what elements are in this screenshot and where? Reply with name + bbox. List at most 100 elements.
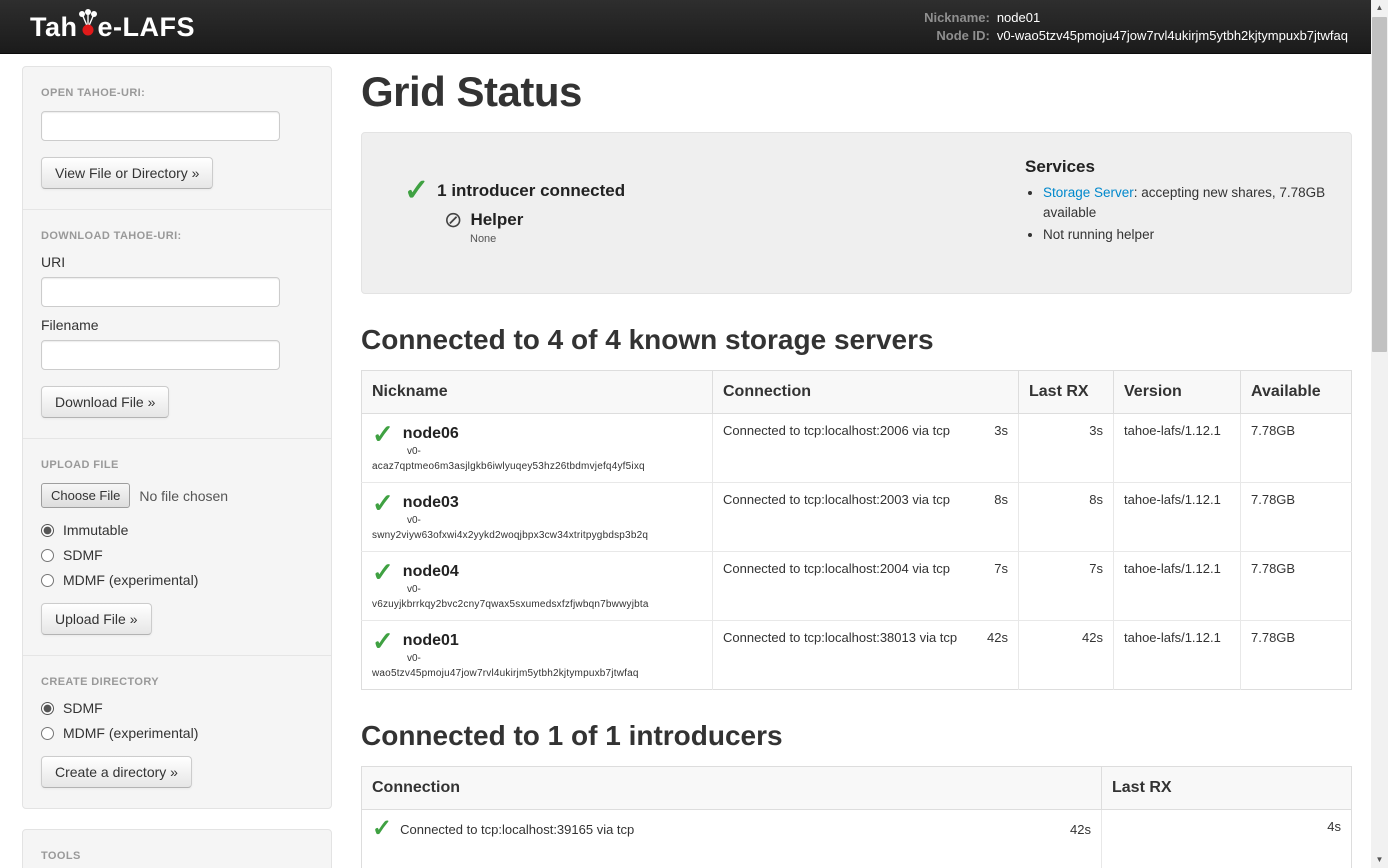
server-id-prefix: v0- xyxy=(407,514,702,527)
create-directory-button[interactable]: Create a directory » xyxy=(41,756,192,788)
introducers-table: ConnectionLast RX ✓Connected to tcp:loca… xyxy=(361,766,1352,868)
introducer-status-text: 1 introducer connected xyxy=(437,181,625,201)
server-id-hash: swny2viyw63ofxwi4x2yykd2woqjbpx3cw34xtri… xyxy=(372,529,702,542)
node-info: Nickname: node01 Node ID: v0-wao5tzv45pm… xyxy=(924,10,1348,44)
radio-label: SDMF xyxy=(63,547,103,563)
column-header-nickname: Nickname xyxy=(362,371,713,414)
grid-status-summary: ✓ 1 introducer connected ⊘ Helper None S… xyxy=(361,132,1352,294)
sidebar-divider xyxy=(23,655,331,656)
connection-cell: Connected to tcp:localhost:2004 via tcp 7… xyxy=(713,552,1019,621)
storage-servers-heading: Connected to 4 of 4 known storage server… xyxy=(361,324,1352,356)
connection-text: Connected to tcp:localhost:38013 via tcp xyxy=(723,630,957,645)
version-cell: tahoe-lafs/1.12.1 xyxy=(1114,621,1241,690)
service-text: Not running helper xyxy=(1043,227,1154,242)
sidebar: OPEN TAHOE-URI: View File or Directory »… xyxy=(22,66,332,868)
download-filename-input[interactable] xyxy=(41,340,280,370)
sidebar-divider xyxy=(23,438,331,439)
vertical-scrollbar[interactable]: ▲ ▼ xyxy=(1371,0,1388,868)
services-list: Storage Server: accepting new shares, 7.… xyxy=(1027,183,1331,245)
server-id-hash: v6zuyjkbrrkqy2bvc2cny7qwax5sxumedsxfzfjw… xyxy=(372,598,702,611)
download-file-button[interactable]: Download File » xyxy=(41,386,169,418)
radio-option-row: SDMF xyxy=(41,700,313,716)
create-directory-label: CREATE DIRECTORY xyxy=(41,676,313,688)
check-icon: ✓ xyxy=(372,630,394,652)
service-item: Storage Server: accepting new shares, 7.… xyxy=(1043,183,1331,222)
last-rx-cell: 7s xyxy=(1019,552,1114,621)
server-id-hash: acaz7qptmeo6m3asjlgkb6iwlyuqey53hz26tbdm… xyxy=(372,460,702,473)
radio-sdmf[interactable] xyxy=(41,702,54,715)
connection-status: ✓ 1 introducer connected ⊘ Helper None xyxy=(404,155,625,267)
upload-file-label: UPLOAD FILE xyxy=(41,459,313,471)
table-row: ✓node04v0-v6zuyjkbrrkqy2bvc2cny7qwax5sxu… xyxy=(362,552,1352,621)
radio-label: MDMF (experimental) xyxy=(63,725,198,741)
tools-box: TOOLS Recent and Active Operations xyxy=(22,829,332,868)
top-header: Tah e-LAFS Nickname: node01 Node ID: v0-… xyxy=(0,0,1388,54)
radio-label: MDMF (experimental) xyxy=(63,572,198,588)
available-cell: 7.78GB xyxy=(1241,414,1352,483)
storage-server-link[interactable]: Storage Server xyxy=(1043,185,1134,200)
main-content: Grid Status ✓ 1 introducer connected ⊘ H… xyxy=(361,66,1352,868)
column-header-connection: Connection xyxy=(713,371,1019,414)
radio-sdmf[interactable] xyxy=(41,549,54,562)
column-header-version: Version xyxy=(1114,371,1241,414)
uri-field-label: URI xyxy=(41,254,313,270)
check-icon: ✓ xyxy=(404,179,429,203)
column-header-last-rx: Last RX xyxy=(1019,371,1114,414)
available-cell: 7.78GB xyxy=(1241,483,1352,552)
scrollbar-thumb[interactable] xyxy=(1372,17,1387,352)
view-file-button[interactable]: View File or Directory » xyxy=(41,157,213,189)
page-title: Grid Status xyxy=(361,68,1352,116)
nickname-cell: ✓node03v0-swny2viyw63ofxwi4x2yykd2woqjbp… xyxy=(362,483,713,552)
version-cell: tahoe-lafs/1.12.1 xyxy=(1114,414,1241,483)
radio-immutable[interactable] xyxy=(41,524,54,537)
check-icon: ✓ xyxy=(372,819,392,839)
column-header-available: Available xyxy=(1241,371,1352,414)
radio-option-row: SDMF xyxy=(41,547,313,563)
column-header-last-rx: Last RX xyxy=(1102,767,1352,810)
table-row: ✓ node06 v0- acaz7qptmeo6m3asjlgkb6iwlyuqey… xyxy=(362,414,1352,483)
choose-file-button[interactable]: Choose File xyxy=(41,483,130,508)
radio-mdmf-experimental-[interactable] xyxy=(41,727,54,740)
scroll-down-arrow-icon[interactable]: ▼ xyxy=(1371,852,1388,868)
server-id-prefix: v0- xyxy=(407,445,702,458)
table-row: ✓node03v0-swny2viyw63ofxwi4x2yykd2woqjbp… xyxy=(362,483,1352,552)
radio-mdmf-experimental-[interactable] xyxy=(41,574,54,587)
introducers-heading: Connected to 1 of 1 introducers xyxy=(361,720,1352,752)
version-cell: tahoe-lafs/1.12.1 xyxy=(1114,483,1241,552)
upload-file-section: UPLOAD FILE Choose File No file chosen I… xyxy=(41,459,313,635)
connection-time: 3s xyxy=(994,423,1008,438)
nickname-label: Nickname: xyxy=(924,10,990,26)
version-cell: tahoe-lafs/1.12.1 xyxy=(1114,552,1241,621)
sidebar-forms-box: OPEN TAHOE-URI: View File or Directory »… xyxy=(22,66,332,809)
server-id-prefix: v0- xyxy=(407,583,702,596)
scroll-up-arrow-icon[interactable]: ▲ xyxy=(1371,0,1388,16)
no-helper-icon: ⊘ xyxy=(444,209,462,231)
node-id-label: Node ID: xyxy=(924,28,990,44)
services-title: Services xyxy=(1025,157,1331,177)
check-icon: ✓ xyxy=(372,423,394,445)
logo-text-prefix: Tah xyxy=(30,12,78,43)
server-nickname: node06 xyxy=(403,425,459,443)
directory-format-radios: SDMF MDMF (experimental) xyxy=(41,700,313,741)
server-nickname: node01 xyxy=(403,632,459,650)
helper-value: None xyxy=(470,233,625,245)
open-uri-input[interactable] xyxy=(41,111,280,141)
download-uri-input[interactable] xyxy=(41,277,280,307)
tools-label: TOOLS xyxy=(41,850,313,862)
connection-cell: ✓Connected to tcp:localhost:39165 via tc… xyxy=(362,810,1102,868)
connection-cell: Connected to tcp:localhost:2003 via tcp8… xyxy=(713,483,1019,552)
upload-file-button[interactable]: Upload File » xyxy=(41,603,152,635)
radio-option-row: Immutable xyxy=(41,522,313,538)
available-cell: 7.78GB xyxy=(1241,552,1352,621)
server-id-hash: wao5tzv45pmoju47jow7rvl4ukirjm5ytbh2kjty… xyxy=(372,667,702,680)
connection-cell: Connected to tcp:localhost:38013 via tcp… xyxy=(713,621,1019,690)
radio-option-row: MDMF (experimental) xyxy=(41,725,313,741)
server-nickname: node03 xyxy=(403,494,459,512)
connection-cell: Connected to tcp:localhost:2006 via tcp3… xyxy=(713,414,1019,483)
connection-text: Connected to tcp:localhost:2004 via tcp xyxy=(723,561,950,576)
connection-time: 7s xyxy=(994,561,1008,576)
nickname-cell: ✓node01v0-wao5tzv45pmoju47jow7rvl4ukirjm… xyxy=(362,621,713,690)
download-uri-section: DOWNLOAD TAHOE-URI: URI Filename Downloa… xyxy=(41,230,313,418)
connection-time: 42s xyxy=(987,630,1008,645)
check-icon: ✓ xyxy=(372,561,394,583)
